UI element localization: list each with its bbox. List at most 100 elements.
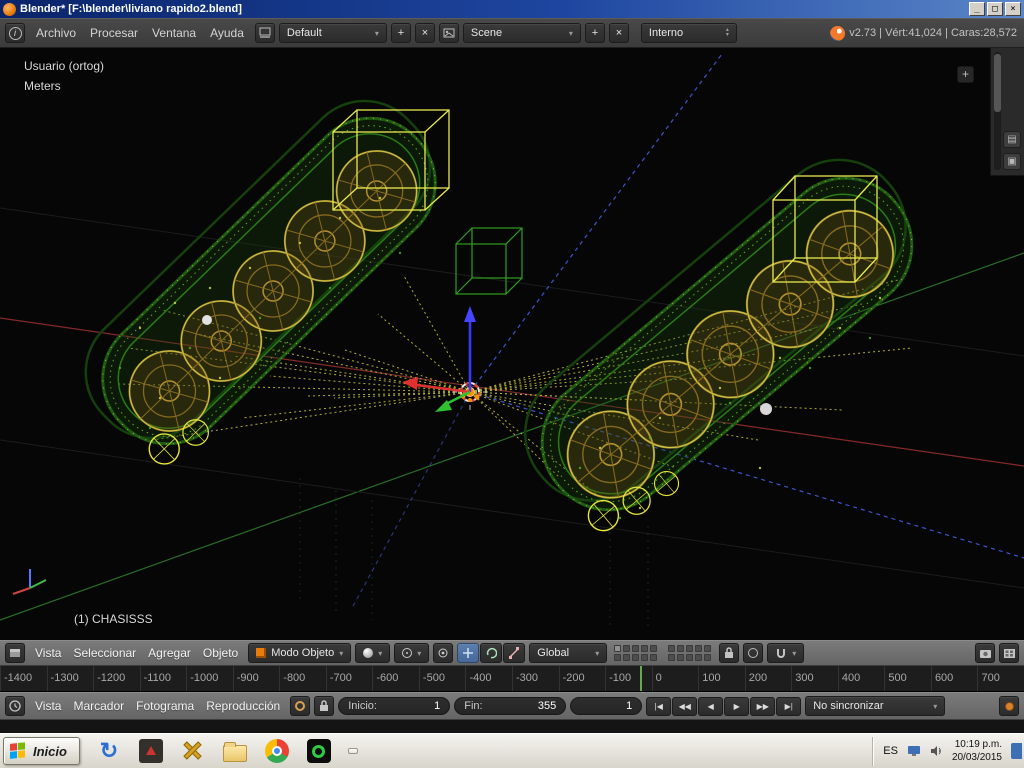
layer-cell[interactable]: [704, 645, 711, 652]
layer-cell[interactable]: [614, 645, 621, 652]
start-button[interactable]: Inicio: [3, 737, 80, 765]
playback-button-play-reverse[interactable]: ◀: [698, 697, 723, 716]
delete-screen-layout-button[interactable]: ×: [415, 23, 435, 43]
display-tray-icon[interactable]: [907, 745, 921, 757]
playback-button-play[interactable]: ▶: [724, 697, 749, 716]
lamp-handle-left[interactable]: [202, 315, 212, 325]
scrollbar[interactable]: [994, 52, 1001, 170]
layer-cell[interactable]: [650, 654, 657, 661]
layer-cell[interactable]: [614, 654, 621, 661]
lamp-handle-right[interactable]: [760, 403, 772, 415]
outliner-editor-button[interactable]: ▣: [1003, 153, 1021, 170]
screen-layout-browse-button[interactable]: [255, 23, 275, 43]
snap-magnet-button[interactable]: ▾: [767, 643, 804, 663]
audio-sync-dropdown[interactable]: No sincronizar ▾: [805, 696, 945, 716]
screen-layout-dropdown[interactable]: Default ▾: [279, 23, 387, 43]
translate-manipulator-button[interactable]: [457, 643, 479, 663]
transform-orientation-dropdown[interactable]: Global ▾: [529, 643, 607, 663]
menu-item[interactable]: Ventana: [145, 23, 203, 43]
folder-shortcut-icon[interactable]: [222, 738, 248, 764]
language-indicator[interactable]: ES: [883, 745, 898, 757]
tray-clock[interactable]: 10:19 p.m. 20/03/2015: [952, 738, 1002, 764]
playback-button-jump-to-start[interactable]: |◀: [646, 697, 671, 716]
opengl-render-animation-button[interactable]: [999, 643, 1019, 663]
frame-end-field[interactable]: Fin: 355: [454, 697, 566, 715]
scrollbar-thumb[interactable]: [994, 54, 1001, 112]
layer-cell[interactable]: [704, 654, 711, 661]
auto-keyframe-record-button[interactable]: [999, 696, 1019, 716]
scene-dropdown[interactable]: Scene ▾: [463, 23, 581, 43]
layer-cell[interactable]: [641, 645, 648, 652]
current-frame-field[interactable]: 1: [570, 697, 642, 715]
delete-scene-button[interactable]: ×: [609, 23, 629, 43]
manipulate-center-points-button[interactable]: [433, 643, 453, 663]
game-shortcut-icon[interactable]: [138, 738, 164, 764]
viewport-3d[interactable]: Usuario (ortog) Meters (1) CHASISSS + ▤ …: [0, 48, 1024, 640]
layer-cell[interactable]: [668, 645, 675, 652]
opengl-render-image-button[interactable]: [975, 643, 995, 663]
layer-cell[interactable]: [695, 654, 702, 661]
timeline-ruler[interactable]: -1400-1300-1200-1100-1000-900-800-700-60…: [0, 666, 1024, 692]
menu-item[interactable]: Procesar: [83, 23, 145, 43]
layer-cell[interactable]: [650, 645, 657, 652]
maximize-button[interactable]: □: [987, 2, 1003, 16]
layer-cell[interactable]: [632, 654, 639, 661]
layer-cell[interactable]: [686, 654, 693, 661]
playback-button-next-keyframe[interactable]: ▶▶: [750, 697, 775, 716]
menu-item[interactable]: Fotograma: [130, 696, 200, 716]
menu-item[interactable]: Objeto: [197, 643, 244, 663]
open-properties-region-button[interactable]: +: [957, 66, 974, 83]
menu-item[interactable]: Ayuda: [203, 23, 251, 43]
layer-cell[interactable]: [632, 645, 639, 652]
lock-time-cursor-button[interactable]: [314, 696, 334, 716]
menu-item[interactable]: Seleccionar: [67, 643, 142, 663]
proportional-edit-dropdown[interactable]: [743, 643, 763, 663]
layer-cell[interactable]: [668, 654, 675, 661]
layer-cell[interactable]: [623, 654, 630, 661]
menu-item[interactable]: Vista: [29, 643, 67, 663]
speaker-tray-icon[interactable]: [930, 745, 943, 757]
mode-dropdown[interactable]: Modo Objeto ▾: [248, 643, 351, 663]
layers-grid-1[interactable]: [614, 645, 658, 662]
layer-cell[interactable]: [677, 645, 684, 652]
blue-refresh-shortcut-icon[interactable]: ↻: [96, 738, 122, 764]
empty-cube-object[interactable]: [456, 228, 522, 294]
editor-type-timeline-button[interactable]: [5, 696, 25, 716]
viewport-shading-dropdown[interactable]: ▾: [355, 643, 390, 663]
current-frame-indicator[interactable]: [640, 666, 642, 691]
blender-taskbar-button[interactable]: [348, 748, 358, 754]
left-track-object[interactable]: [61, 76, 471, 479]
layer-cell[interactable]: [641, 654, 648, 661]
viewport-3d-canvas[interactable]: [0, 48, 1024, 640]
close-button[interactable]: ×: [1005, 2, 1021, 16]
editor-type-3dview-button[interactable]: [5, 643, 25, 663]
chrome-shortcut-icon[interactable]: [264, 738, 290, 764]
menu-item[interactable]: Vista: [29, 696, 67, 716]
properties-editor-button[interactable]: ▤: [1003, 131, 1021, 148]
lock-to-scene-button[interactable]: [719, 643, 739, 663]
frame-start-field[interactable]: Inicio: 1: [338, 697, 450, 715]
use-preview-range-button[interactable]: [290, 696, 310, 716]
layer-cell[interactable]: [677, 654, 684, 661]
gold-x-shortcut-icon[interactable]: [180, 738, 206, 764]
editor-type-info-button[interactable]: i: [5, 23, 25, 43]
add-scene-button[interactable]: +: [585, 23, 605, 43]
rotate-manipulator-button[interactable]: [480, 643, 502, 663]
pivot-point-dropdown[interactable]: ▾: [394, 643, 429, 663]
layer-cell[interactable]: [623, 645, 630, 652]
window-titlebar[interactable]: Blender* [F:\blender\liviano rapido2.ble…: [0, 0, 1024, 18]
green-ring-shortcut-icon[interactable]: [306, 738, 332, 764]
menu-item[interactable]: Marcador: [67, 696, 130, 716]
layer-cell[interactable]: [686, 645, 693, 652]
playback-button-previous-keyframe[interactable]: ◀◀: [672, 697, 697, 716]
menu-item[interactable]: Archivo: [29, 23, 83, 43]
layers-grid-2[interactable]: [668, 645, 712, 662]
menu-item[interactable]: Reproducción: [200, 696, 286, 716]
scale-manipulator-button[interactable]: [503, 643, 525, 663]
layer-cell[interactable]: [695, 645, 702, 652]
right-track-object[interactable]: [499, 134, 952, 551]
minimize-button[interactable]: _: [969, 2, 985, 16]
scene-browse-button[interactable]: [439, 23, 459, 43]
network-tray-icon[interactable]: [1011, 743, 1022, 759]
playback-button-jump-to-end[interactable]: ▶|: [776, 697, 801, 716]
